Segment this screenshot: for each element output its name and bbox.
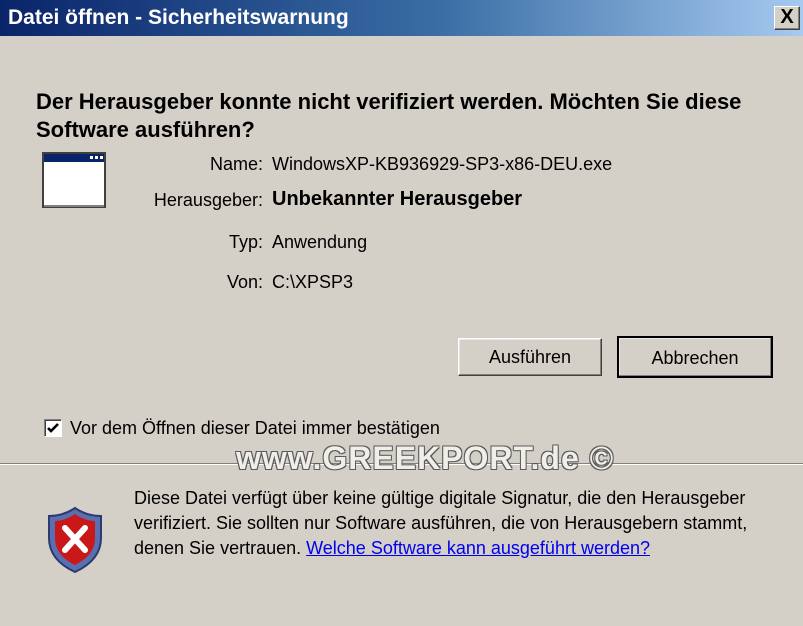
file-name-value: WindowsXP-KB936929-SP3-x86-DEU.exe (272, 154, 613, 174)
security-shield-error-icon (48, 506, 102, 574)
always-confirm-label: Vor dem Öffnen dieser Datei immer bestät… (70, 418, 440, 438)
publisher-value: Unbekannter Herausgeber (272, 188, 523, 210)
question-heading: Der Herausgeber konnte nicht verifiziert… (36, 89, 742, 142)
always-confirm-option[interactable]: Vor dem Öffnen dieser Datei immer bestät… (44, 418, 440, 439)
help-link[interactable]: Welche Software kann ausgeführt werden? (306, 538, 650, 558)
type-value: Anwendung (272, 232, 368, 252)
title-bar[interactable]: Datei öffnen - Sicherheitswarnung X (0, 0, 803, 36)
type-label: Typ: (228, 232, 263, 252)
always-confirm-checkbox[interactable] (44, 419, 62, 437)
publisher-row: Herausgeber: Unbekannter Herausgeber (0, 188, 803, 213)
window-title: Datei öffnen - Sicherheitswarnung (8, 6, 349, 29)
watermark: www.GREEKPORT.de © (236, 440, 615, 476)
close-icon: X (780, 6, 794, 28)
close-button[interactable]: X (774, 6, 800, 30)
from-value: C:\XPSP3 (272, 272, 354, 292)
from-label: Von: (226, 272, 263, 292)
warning-message: Diese Datei verfügt über keine gültige d… (134, 486, 794, 561)
checkmark-icon (47, 423, 59, 433)
run-button[interactable]: Ausführen (458, 338, 602, 376)
cancel-button[interactable]: Abbrechen (617, 336, 773, 378)
publisher-label: Herausgeber: (153, 190, 263, 210)
file-name-label: Name: (209, 154, 263, 174)
